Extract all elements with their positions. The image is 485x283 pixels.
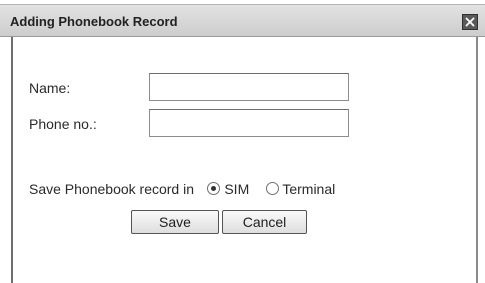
terminal-radio[interactable] — [265, 182, 279, 195]
cancel-button[interactable]: Cancel — [222, 210, 307, 234]
sim-radio[interactable] — [207, 182, 221, 195]
sim-label: SIM — [224, 181, 250, 197]
close-icon[interactable] — [462, 14, 478, 30]
name-label: Name: — [29, 80, 71, 96]
save-button[interactable]: Save — [131, 210, 219, 234]
phone-label: Phone no.: — [29, 116, 97, 132]
save-in-label: Save Phonebook record in — [29, 181, 194, 197]
dialog-left-border — [11, 37, 13, 283]
radio-selected-dot — [211, 186, 217, 191]
terminal-label: Terminal — [282, 181, 336, 197]
dialog-title: Adding Phonebook Record — [10, 14, 178, 29]
name-input[interactable] — [149, 73, 349, 101]
dialog-right-border — [476, 37, 478, 283]
phone-input[interactable] — [149, 109, 349, 137]
phonebook-dialog: Adding Phonebook Record Name: Phone no.:… — [0, 0, 485, 283]
dialog-titlebar: Adding Phonebook Record — [0, 4, 485, 37]
sim-option[interactable]: SIM — [207, 181, 249, 197]
storage-option-row: Save Phonebook record in SIM Terminal — [29, 181, 335, 199]
terminal-option[interactable]: Terminal — [265, 181, 336, 197]
